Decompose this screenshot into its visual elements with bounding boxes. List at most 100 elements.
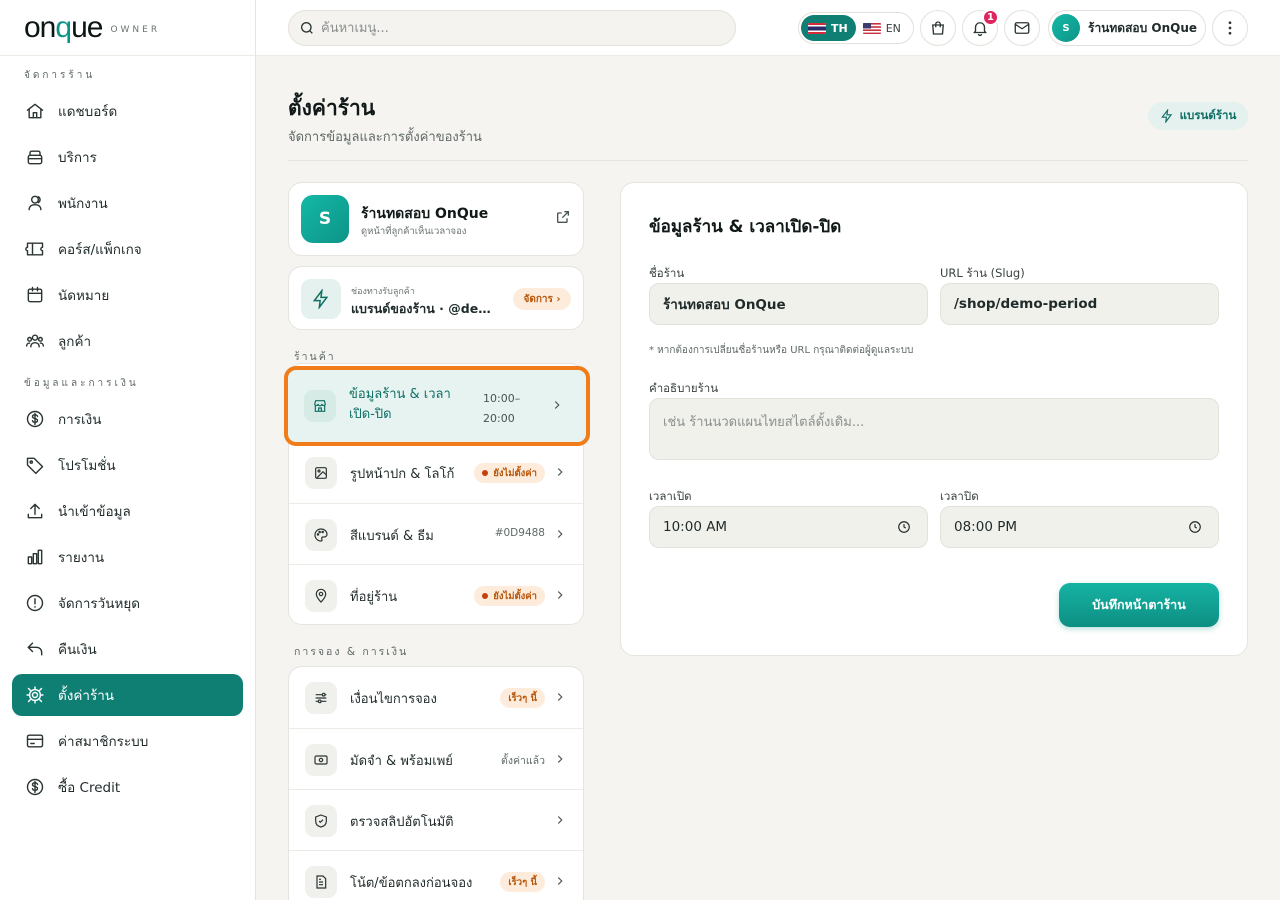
opening-hours-value: 10:00–20:00 (483, 392, 521, 425)
page-subtitle: จัดการข้อมูลและการตั้งค่าของร้าน (288, 130, 482, 145)
language-switch: TH EN (798, 12, 914, 44)
not-set-badge: ยังไม่ตั้งค่า (474, 463, 545, 483)
notification-badge: 1 (982, 9, 999, 26)
menu-row-shop-info-selected[interactable]: ข้อมูลร้าน & เวลาเปิด-ปิด 10:00–20:00 (284, 366, 590, 446)
messages-button[interactable] (1004, 10, 1040, 46)
manage-channel-button[interactable]: จัดการ › (513, 288, 571, 310)
chart-icon (27, 549, 43, 565)
sidebar-item-label: จัดการวันหยุด (58, 596, 141, 612)
menu-row-booking-conditions[interactable]: เงื่อนไขการจอง เร็วๆ นี้ (289, 667, 583, 728)
sidebar-item-label: ซื้อ Credit (58, 780, 121, 796)
shop-avatar: S (301, 195, 349, 243)
close-time-value: 08:00 PM (954, 519, 1017, 535)
logo-wordmark: onque (24, 10, 103, 44)
sidebar-item-label: พนักงาน (58, 196, 108, 212)
clock-icon[interactable] (897, 520, 911, 534)
upload-icon (27, 503, 43, 519)
description-textarea[interactable]: เช่น ร้านนวดแผนไทยสไตล์ดั้งเดิม... (649, 398, 1219, 460)
sidebar-item-6[interactable]: การเงิน (12, 398, 243, 440)
lang-en-label: EN (885, 21, 901, 35)
shop-name-field[interactable]: ร้านทดสอบ OnQue (649, 283, 928, 325)
tag-icon (26, 457, 44, 475)
sidebar-item-12[interactable]: ตั้งค่าร้าน (12, 674, 243, 716)
menu-row-brand-color[interactable]: สีแบรนด์ & ธีม #0D9488 (289, 503, 583, 564)
sidebar-item-13[interactable]: ค่าสมาชิกระบบ (12, 720, 243, 762)
map-pin-icon (305, 580, 337, 612)
sidebar-item-label: รายงาน (58, 550, 105, 566)
chevron-right-icon (557, 816, 563, 824)
open-time-label: เวลาเปิด (649, 489, 692, 503)
mail-icon (1014, 22, 1030, 34)
sidebar-item-0[interactable]: แดชบอร์ด (12, 90, 243, 132)
search-box[interactable] (288, 10, 736, 46)
logo[interactable]: onque OWNER (0, 0, 255, 56)
staff-icon (28, 195, 42, 211)
lang-th-button[interactable]: TH (801, 15, 856, 41)
alert-icon (26, 594, 44, 612)
search-input[interactable] (321, 20, 701, 36)
menu-row-address[interactable]: ที่อยู่ร้าน ยังไม่ตั้งค่า (289, 564, 583, 624)
menu-row-booking-notes[interactable]: โน้ต/ข้อตกลงก่อนจอง เร็วๆ นี้ (289, 850, 583, 900)
open-time-field[interactable]: 10:00 AM (649, 506, 928, 548)
description-label: คำอธิบายร้าน (649, 381, 719, 395)
lang-th-label: TH (831, 21, 848, 35)
sidebar-item-1[interactable]: บริการ (12, 136, 243, 178)
cart-button[interactable] (920, 10, 956, 46)
close-time-field[interactable]: 08:00 PM (940, 506, 1219, 548)
calendar-icon (27, 286, 43, 303)
notification-button[interactable]: 1 (962, 9, 999, 46)
more-button[interactable] (1212, 10, 1248, 46)
menu-row-deposit[interactable]: มัดจำ & พร้อมเพย์ ตั้งค่าแล้ว (289, 728, 583, 789)
save-button[interactable]: บันทึกหน้าตาร้าน (1059, 583, 1219, 627)
user-menu[interactable]: S ร้านทดสอบ OnQue (1048, 10, 1206, 46)
clock-icon[interactable] (1188, 520, 1202, 534)
nav-section-finance: ข้อมูลและการเงิน (24, 377, 139, 389)
bag-icon (932, 21, 944, 35)
brand-color-value: #0D9488 (494, 527, 545, 539)
shop-info-form: ข้อมูลร้าน & เวลาเปิด-ปิด ชื่อร้าน ร้านท… (620, 182, 1248, 656)
channel-name: แบรนด์ของร้าน · @demo-period (351, 301, 501, 316)
chevron-right-icon (557, 693, 563, 701)
shield-check-icon (305, 805, 337, 837)
form-title: ข้อมูลร้าน & เวลาเปิด-ปิด (649, 217, 842, 237)
slug-field[interactable]: /shop/demo-period (940, 283, 1219, 325)
shop-name: ร้านทดสอบ OnQue (361, 206, 489, 222)
logo-owner-label: OWNER (110, 24, 161, 35)
bolt-icon (312, 289, 329, 309)
close-time-label: เวลาปิด (940, 489, 979, 503)
sidebar-item-5[interactable]: ลูกค้า (12, 320, 243, 362)
store-icon (304, 390, 336, 422)
nav-section-shop: จัดการร้าน (24, 69, 96, 81)
sidebar-item-7[interactable]: โปรโมชั่น (12, 444, 243, 486)
card-icon (26, 734, 44, 748)
chevron-right-icon (557, 591, 563, 599)
sidebar-item-11[interactable]: คืนเงิน (12, 628, 243, 670)
sidebar-item-10[interactable]: จัดการวันหยุด (12, 582, 243, 624)
document-icon (305, 866, 337, 898)
sidebar-item-4[interactable]: นัดหมาย (12, 274, 243, 316)
sidebar-item-3[interactable]: คอร์ส/แพ็กเกจ (12, 228, 243, 270)
sidebar-item-9[interactable]: รายงาน (12, 536, 243, 578)
ticket-icon (25, 242, 44, 256)
sidebar-item-8[interactable]: นำเข้าข้อมูล (12, 490, 243, 532)
refund-icon (27, 642, 43, 656)
header-divider (288, 160, 1248, 161)
more-vertical-icon (1228, 21, 1232, 35)
search-icon (301, 22, 313, 34)
menu-row-label: มัดจำ & พร้อมเพย์ (350, 754, 453, 769)
sidebar-item-2[interactable]: พนักงาน (12, 182, 243, 224)
lang-en-button[interactable]: EN (856, 15, 909, 41)
sidebar: onque OWNER จัดการร้าน แดชบอร์ดบริการพนั… (0, 0, 256, 900)
sidebar-item-label: คอร์ส/แพ็กเกจ (58, 242, 142, 258)
open-storefront-button[interactable] (555, 209, 571, 225)
external-link-icon (557, 211, 569, 223)
sidebar-item-label: โปรโมชั่น (58, 458, 116, 474)
dollar-icon (26, 778, 44, 796)
brand-button[interactable]: แบรนด์ร้าน (1148, 102, 1248, 130)
sidebar-item-14[interactable]: ซื้อ Credit (12, 766, 243, 808)
menu-row-slip-check[interactable]: ตรวจสลิปอัตโนมัติ (289, 789, 583, 850)
channel-caption: ช่องทางรับลูกค้า (351, 287, 415, 297)
menu-row-cover-logo[interactable]: รูปหน้าปก & โลโก้ ยังไม่ตั้งค่า (289, 441, 583, 502)
service-icon (27, 150, 43, 165)
sidebar-item-label: บริการ (58, 150, 97, 166)
